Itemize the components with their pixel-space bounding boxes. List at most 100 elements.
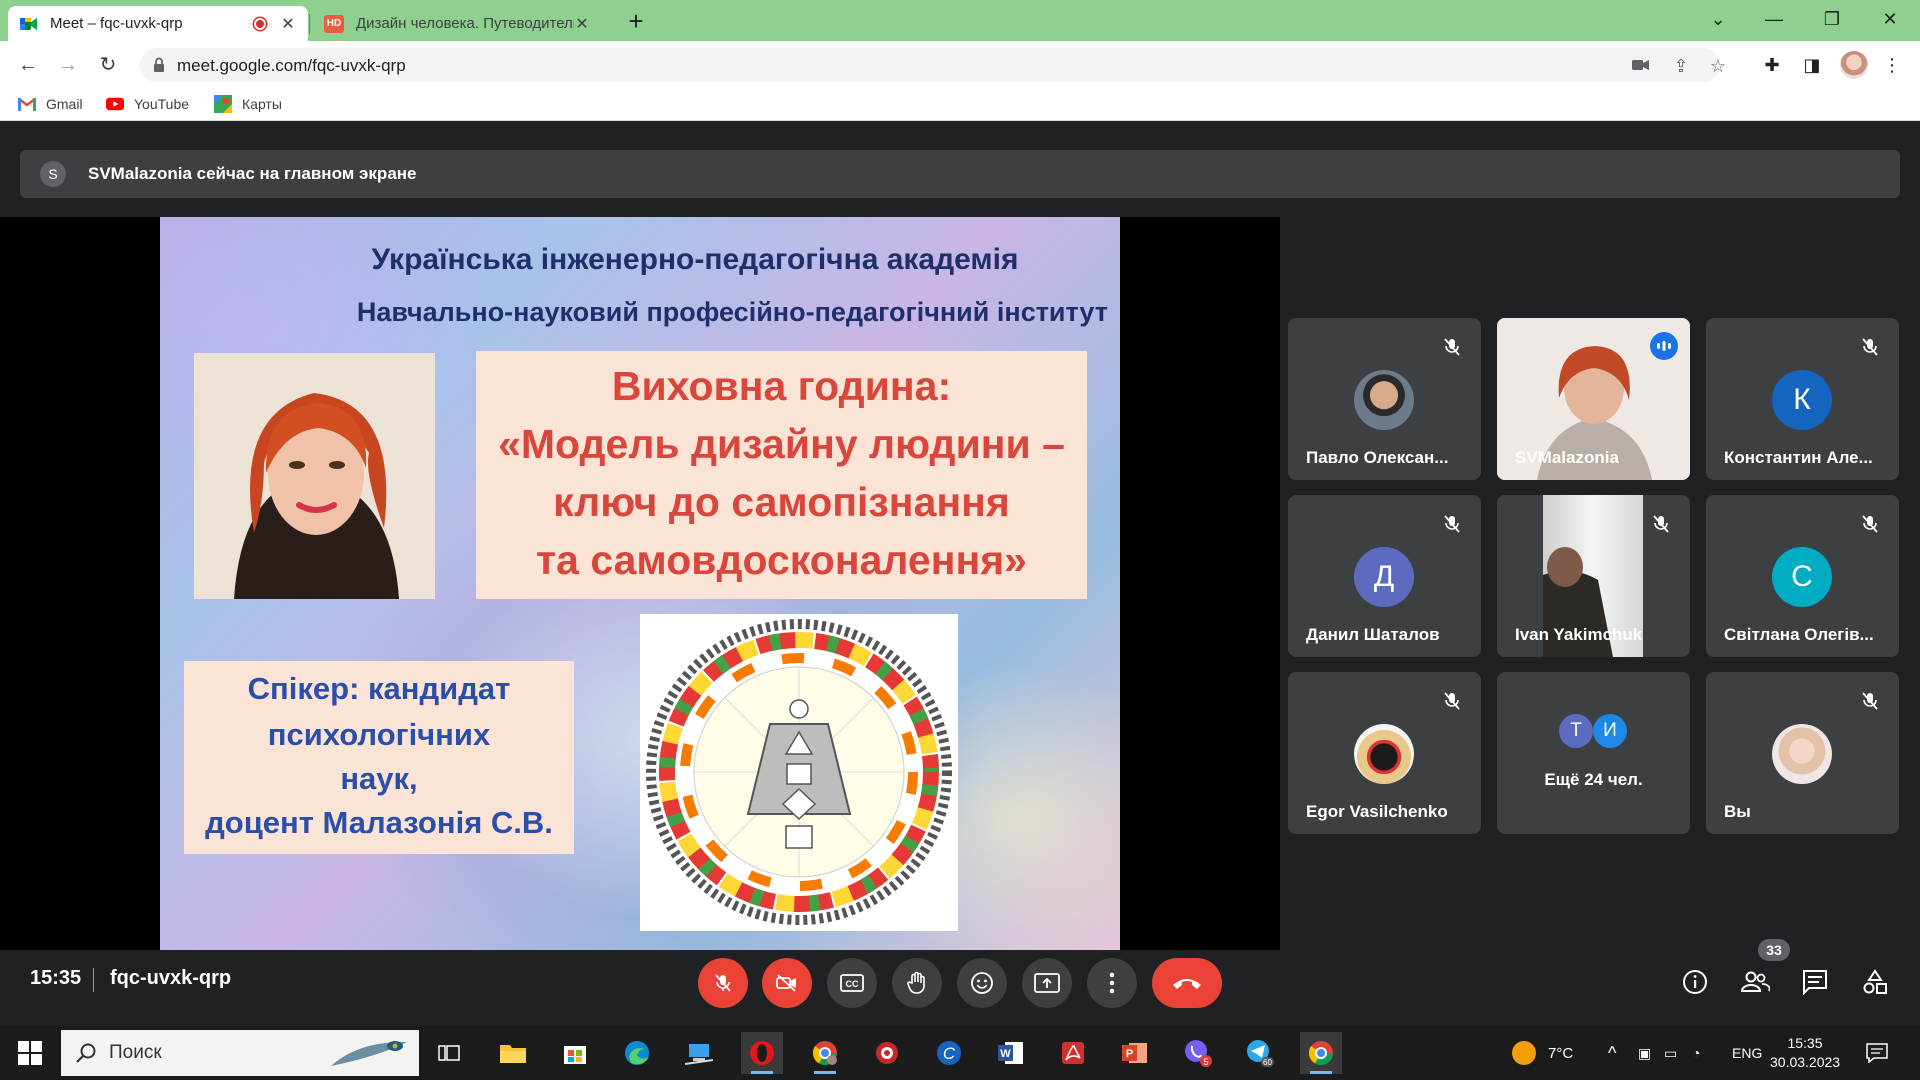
screen-recorder-icon[interactable] bbox=[866, 1032, 908, 1074]
participant-tile-active-speaker[interactable]: SVMalazonia bbox=[1497, 318, 1690, 480]
task-view-icon[interactable] bbox=[428, 1032, 470, 1074]
participant-avatar: С bbox=[1772, 547, 1832, 607]
separator bbox=[93, 968, 94, 992]
close-tab-icon[interactable]: ✕ bbox=[280, 14, 296, 34]
ccleaner-icon[interactable]: C bbox=[928, 1032, 970, 1074]
telegram-icon[interactable]: 60 bbox=[1239, 1032, 1281, 1074]
speaker-line: доцент Малазонія С.В. bbox=[205, 805, 553, 840]
viber-badge: 5 bbox=[1203, 1057, 1208, 1067]
bookmark-label: Gmail bbox=[46, 96, 83, 112]
viber-icon[interactable]: 5 bbox=[1177, 1032, 1219, 1074]
tab-design[interactable]: HD Дизайн человека. Путеводитель ✕ bbox=[312, 6, 602, 41]
new-tab-button[interactable]: + bbox=[622, 6, 650, 36]
tray-overflow-chevron-icon[interactable]: ^ bbox=[1608, 1026, 1616, 1080]
back-button[interactable]: ← bbox=[14, 51, 42, 79]
participant-tile[interactable]: С Світлана Олегів... bbox=[1706, 495, 1899, 657]
input-language[interactable]: ENG bbox=[1732, 1026, 1762, 1080]
windows-taskbar: Поиск C W P 5 60 7°C ^ ▣ ▭ ◔ ENG 15:35 3… bbox=[0, 1026, 1920, 1080]
present-now-icon bbox=[1034, 973, 1060, 993]
captions-button[interactable]: CC bbox=[827, 958, 877, 1008]
bookmark-star-icon[interactable]: ☆ bbox=[1707, 55, 1729, 77]
minimize-button[interactable]: — bbox=[1756, 4, 1792, 34]
raise-hand-button[interactable] bbox=[892, 958, 942, 1008]
participant-name: Ivan Yakimchuk bbox=[1515, 625, 1643, 644]
activities-button[interactable] bbox=[1857, 964, 1893, 1000]
tab-search-chevron-icon[interactable]: ⌄ bbox=[1700, 4, 1736, 34]
microsoft-store-icon[interactable] bbox=[554, 1032, 596, 1074]
weather-widget[interactable]: 7°C bbox=[1512, 1026, 1573, 1080]
bookmark-youtube[interactable]: YouTube bbox=[106, 96, 189, 112]
mic-off-icon bbox=[1862, 515, 1878, 533]
participant-tile[interactable]: Ivan Yakimchuk bbox=[1497, 495, 1690, 657]
chrome-icon[interactable] bbox=[1300, 1032, 1342, 1074]
side-panel-icon[interactable]: ◨ bbox=[1800, 53, 1824, 77]
tab-strip: Meet – fqc-uvxk-qrp ✕ HD Дизайн человека… bbox=[0, 0, 1920, 41]
emoji-icon bbox=[971, 972, 993, 994]
windows-start-icon[interactable] bbox=[18, 1041, 42, 1065]
search-icon bbox=[76, 1043, 96, 1063]
participant-tile[interactable]: Д Данил Шаталов bbox=[1288, 495, 1481, 657]
address-bar[interactable]: meet.google.com/fqc-uvxk-qrp ⇪ ☆ bbox=[140, 48, 1726, 82]
participant-tile[interactable]: К Константин Але... bbox=[1706, 318, 1899, 480]
opera-browser-icon[interactable] bbox=[741, 1032, 783, 1074]
maps-icon bbox=[214, 95, 232, 113]
svg-text:P: P bbox=[1126, 1048, 1133, 1060]
reactions-button[interactable] bbox=[957, 958, 1007, 1008]
url-text: meet.google.com/fqc-uvxk-qrp bbox=[177, 56, 406, 75]
share-icon[interactable]: ⇪ bbox=[1670, 55, 1692, 77]
forward-button[interactable]: → bbox=[54, 51, 82, 79]
extensions-puzzle-icon[interactable]: ✚ bbox=[1760, 53, 1784, 77]
participant-tile-self[interactable]: Вы bbox=[1706, 672, 1899, 834]
leave-call-button[interactable] bbox=[1152, 958, 1222, 1008]
taskbar-search-box[interactable]: Поиск bbox=[61, 1030, 419, 1076]
camera-in-use-icon[interactable] bbox=[1630, 55, 1652, 77]
powerpoint-icon[interactable]: P bbox=[1114, 1032, 1156, 1074]
participants-button[interactable] bbox=[1737, 964, 1773, 1000]
maximize-button[interactable]: ❐ bbox=[1814, 4, 1850, 34]
battery-icon[interactable]: ▭ bbox=[1664, 1026, 1677, 1080]
hd-favicon-icon: HD bbox=[324, 14, 344, 33]
mic-off-icon bbox=[1653, 515, 1669, 533]
profile-avatar[interactable] bbox=[1840, 51, 1868, 79]
menu-kebab-icon[interactable]: ⋮ bbox=[1880, 53, 1904, 77]
participant-avatar: И bbox=[1593, 714, 1627, 748]
notification-center-icon[interactable] bbox=[1866, 1026, 1888, 1080]
chat-button[interactable] bbox=[1797, 964, 1833, 1000]
participant-tile[interactable]: Egor Vasilchenko bbox=[1288, 672, 1481, 834]
toggle-camera-button[interactable] bbox=[762, 958, 812, 1008]
taskbar-clock[interactable]: 15:35 30.03.2023 bbox=[1770, 1034, 1840, 1072]
speaker-line: наук, bbox=[340, 761, 418, 796]
edge-browser-icon[interactable] bbox=[616, 1032, 658, 1074]
meeting-details-button[interactable] bbox=[1677, 964, 1713, 1000]
weather-temperature: 7°C bbox=[1548, 1044, 1574, 1062]
presenting-banner-text: SVMalazonia сейчас на главном экране bbox=[88, 164, 417, 183]
network-app-icon[interactable] bbox=[678, 1032, 720, 1074]
tray-meet-icon[interactable]: ▣ bbox=[1638, 1026, 1651, 1080]
toggle-microphone-button[interactable] bbox=[698, 958, 748, 1008]
reload-button[interactable]: ↻ bbox=[94, 51, 122, 79]
bookmark-gmail[interactable]: Gmail bbox=[18, 96, 83, 112]
meeting-clock: 15:35 bbox=[30, 967, 82, 989]
bookmark-maps[interactable]: Карты bbox=[214, 95, 282, 113]
more-vert-icon bbox=[1109, 972, 1115, 994]
svg-text:W: W bbox=[1000, 1048, 1011, 1060]
tab-meet[interactable]: Meet – fqc-uvxk-qrp ✕ bbox=[8, 6, 308, 41]
participant-tile-more[interactable]: Т И Ещё 24 чел. bbox=[1497, 672, 1690, 834]
wifi-icon[interactable]: ◔ bbox=[1692, 1026, 1700, 1080]
present-screen-button[interactable] bbox=[1022, 958, 1072, 1008]
acrobat-reader-icon[interactable] bbox=[1052, 1032, 1094, 1074]
file-explorer-icon[interactable] bbox=[492, 1032, 534, 1074]
search-placeholder: Поиск bbox=[109, 1042, 162, 1063]
close-window-button[interactable]: ✕ bbox=[1872, 4, 1908, 34]
participant-tile[interactable]: Павло Олексан... bbox=[1288, 318, 1481, 480]
search-highlight-feather-icon bbox=[331, 1041, 407, 1066]
slide-title-line: та самовдосконалення» bbox=[536, 537, 1027, 583]
bookmark-label: YouTube bbox=[134, 96, 190, 112]
microsoft-word-icon[interactable]: W bbox=[990, 1032, 1032, 1074]
speaker-line: психологічних bbox=[267, 717, 491, 752]
more-options-button[interactable] bbox=[1087, 958, 1137, 1008]
close-tab-icon[interactable]: ✕ bbox=[574, 14, 590, 34]
youtube-icon bbox=[106, 96, 124, 112]
tab-title: Meet – fqc-uvxk-qrp bbox=[50, 15, 183, 32]
chrome-profile-icon[interactable] bbox=[804, 1032, 846, 1074]
